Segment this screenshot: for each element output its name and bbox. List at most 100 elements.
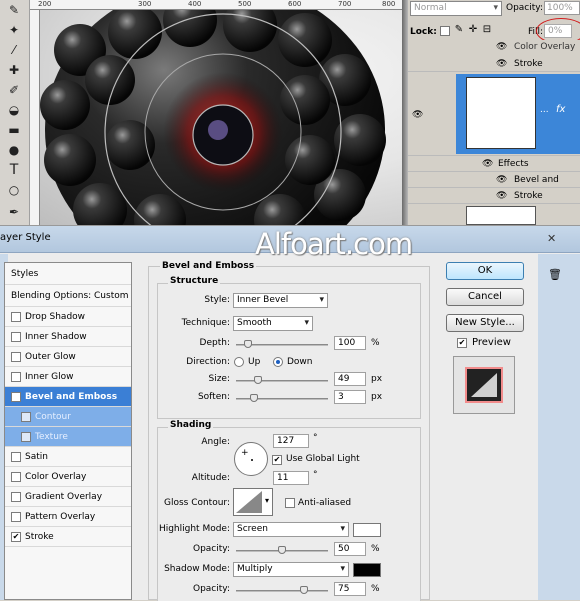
- ellipse-tool-icon[interactable]: ○: [4, 182, 24, 198]
- pen-tool-icon[interactable]: ✒: [4, 204, 24, 220]
- style-item-color-overlay[interactable]: Color Overlay: [5, 467, 131, 487]
- checkbox[interactable]: [11, 471, 21, 482]
- style-item-satin[interactable]: Satin: [5, 447, 131, 467]
- highlight-opacity-input[interactable]: 50: [334, 542, 366, 556]
- soften-input[interactable]: 3: [334, 390, 366, 404]
- fx-icon[interactable]: fx: [556, 104, 565, 115]
- history-brush-tool-icon[interactable]: ◒: [4, 102, 24, 118]
- style-item-texture[interactable]: Texture: [5, 427, 131, 447]
- style-item-label: Contour: [35, 412, 71, 422]
- gradient-tool-icon[interactable]: ▬: [4, 122, 24, 138]
- angle-dial[interactable]: +: [234, 442, 268, 476]
- checkbox[interactable]: ✔: [11, 531, 21, 542]
- cancel-button[interactable]: Cancel: [446, 288, 524, 306]
- style-item-inner-shadow[interactable]: Inner Shadow: [5, 327, 131, 347]
- lasso-tool-icon[interactable]: ✎: [4, 2, 24, 18]
- depth-slider[interactable]: [236, 340, 328, 348]
- eyedropper-tool-icon[interactable]: ⁄: [4, 42, 24, 58]
- angle-label: Angle:: [201, 437, 230, 447]
- style-item-drop-shadow[interactable]: Drop Shadow: [5, 307, 131, 327]
- effects-row[interactable]: 👁 Effects: [408, 156, 580, 172]
- shadow-mode-select[interactable]: Multiply: [233, 562, 349, 577]
- size-slider[interactable]: [236, 376, 328, 384]
- shadow-opacity-slider[interactable]: [236, 586, 328, 594]
- healing-brush-tool-icon[interactable]: ✚: [4, 62, 24, 78]
- slider-knob[interactable]: [278, 546, 286, 554]
- direction-up-radio[interactable]: [234, 357, 244, 367]
- type-tool-icon[interactable]: T: [4, 162, 24, 178]
- shadow-color-swatch[interactable]: [353, 563, 381, 577]
- layer-thumbnail: [466, 206, 536, 225]
- checkbox[interactable]: [21, 411, 31, 422]
- layer-effect-row[interactable]: 👁 Color Overlay: [408, 40, 580, 54]
- soften-slider[interactable]: [236, 394, 328, 402]
- ok-button[interactable]: OK: [446, 262, 524, 280]
- checkbox[interactable]: [11, 451, 21, 462]
- ruler-label: 300: [138, 0, 152, 8]
- checkbox[interactable]: [11, 331, 21, 342]
- style-item-label: Outer Glow: [25, 352, 76, 362]
- style-item-inner-glow[interactable]: Inner Glow: [5, 367, 131, 387]
- eye-icon[interactable]: 👁: [496, 56, 507, 72]
- close-icon[interactable]: ✕: [547, 232, 556, 245]
- blending-options-item[interactable]: Blending Options: Custom: [5, 285, 131, 307]
- style-select[interactable]: Inner Bevel: [233, 293, 328, 308]
- eye-icon[interactable]: 👁: [496, 188, 507, 204]
- eye-icon[interactable]: 👁: [496, 40, 507, 54]
- highlight-color-swatch[interactable]: [353, 523, 381, 537]
- preview-checkbox[interactable]: ✔: [457, 338, 467, 348]
- style-item-bevel-and-emboss[interactable]: ✔ Bevel and Emboss: [5, 387, 131, 407]
- slider-knob[interactable]: [300, 586, 308, 594]
- trash-icon[interactable]: 🗑: [548, 268, 562, 281]
- technique-select[interactable]: Smooth: [233, 316, 313, 331]
- brush-tool-icon[interactable]: ✐: [4, 82, 24, 98]
- slider-knob[interactable]: [250, 394, 258, 402]
- style-item-outer-glow[interactable]: Outer Glow: [5, 347, 131, 367]
- magic-wand-tool-icon[interactable]: ✦: [4, 22, 24, 38]
- lock-brush-icon[interactable]: ✎: [454, 25, 464, 36]
- blend-mode-select[interactable]: Normal: [410, 1, 502, 16]
- layer-effect-row[interactable]: 👁 Stroke: [408, 188, 580, 204]
- dodge-tool-icon[interactable]: ●: [4, 142, 24, 158]
- highlight-opacity-slider[interactable]: [236, 546, 328, 554]
- eye-icon[interactable]: 👁: [482, 156, 493, 172]
- chevron-down-icon[interactable]: ▾: [265, 496, 269, 505]
- altitude-input[interactable]: 11: [273, 471, 309, 485]
- lock-move-icon[interactable]: ✛: [468, 25, 478, 36]
- effect-label: Stroke: [514, 59, 543, 69]
- checkbox[interactable]: [21, 431, 31, 442]
- checkbox[interactable]: [11, 511, 21, 522]
- styles-header[interactable]: Styles: [5, 263, 131, 285]
- anti-aliased-checkbox[interactable]: [285, 498, 295, 508]
- angle-input[interactable]: 127: [273, 434, 309, 448]
- slider-knob[interactable]: [244, 340, 252, 348]
- document-canvas[interactable]: [40, 10, 402, 225]
- section-title: Bevel and Emboss: [160, 261, 257, 271]
- lock-transparent-icon[interactable]: [440, 26, 450, 36]
- checkbox[interactable]: [11, 351, 21, 362]
- style-item-contour[interactable]: Contour: [5, 407, 131, 427]
- style-item-stroke[interactable]: ✔ Stroke: [5, 527, 131, 547]
- layer-effect-row[interactable]: 👁 Bevel and Em...: [408, 172, 580, 201]
- style-item-pattern-overlay[interactable]: Pattern Overlay: [5, 507, 131, 527]
- eye-icon[interactable]: 👁: [412, 107, 423, 123]
- direction-down-radio[interactable]: [273, 357, 283, 367]
- checkbox[interactable]: [11, 491, 21, 502]
- highlight-mode-select[interactable]: Screen: [233, 522, 349, 537]
- checkbox[interactable]: [11, 311, 21, 322]
- checkbox[interactable]: [11, 371, 21, 382]
- opacity-input[interactable]: 100%: [544, 1, 580, 15]
- ruler-label: 200: [38, 0, 52, 8]
- slider-knob[interactable]: [254, 376, 262, 384]
- effect-label: Color Overlay: [514, 42, 576, 52]
- layer-effect-row[interactable]: 👁 Stroke: [408, 56, 580, 72]
- style-item-gradient-overlay[interactable]: Gradient Overlay: [5, 487, 131, 507]
- new-style-button[interactable]: New Style...: [446, 314, 524, 332]
- size-input[interactable]: 49: [334, 372, 366, 386]
- checkbox[interactable]: ✔: [11, 391, 21, 402]
- depth-input[interactable]: 100: [334, 336, 366, 350]
- shadow-opacity-input[interactable]: 75: [334, 582, 366, 596]
- lock-all-icon[interactable]: ⊟: [482, 25, 492, 36]
- global-light-checkbox[interactable]: ✔: [272, 455, 282, 465]
- eye-icon[interactable]: 👁: [496, 172, 507, 188]
